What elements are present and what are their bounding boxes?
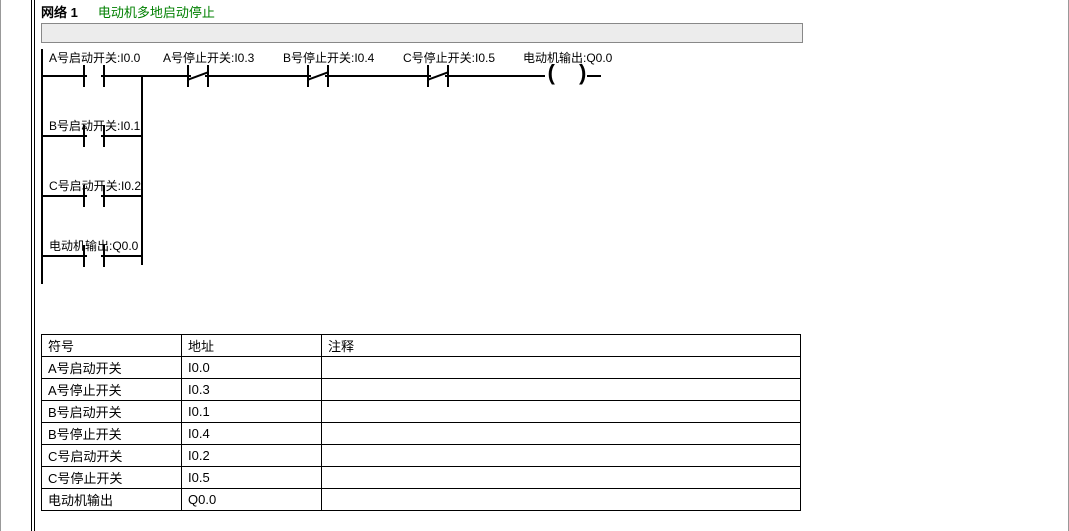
- label-a-stop: A号停止开关:I0.3: [163, 49, 254, 66]
- cell-comment: [322, 445, 801, 467]
- wire: [43, 75, 67, 77]
- network-description[interactable]: 电动机多地启动停止: [98, 2, 215, 21]
- cell-comment: [322, 379, 801, 401]
- cell-symbol: B号启动开关: [42, 401, 182, 423]
- cell-address: Q0.0: [182, 489, 322, 511]
- wire: [121, 195, 143, 197]
- table-row[interactable]: C号停止开关I0.5: [42, 467, 801, 489]
- cell-symbol: C号启动开关: [42, 445, 182, 467]
- cell-address: I0.0: [182, 357, 322, 379]
- cell-comment: [322, 489, 801, 511]
- table-row[interactable]: A号停止开关I0.3: [42, 379, 801, 401]
- coil-icon[interactable]: (): [531, 64, 601, 88]
- no-contact-icon[interactable]: [67, 125, 121, 147]
- label-c-stop: C号停止开关:I0.5: [403, 49, 495, 66]
- cell-symbol: B号停止开关: [42, 423, 182, 445]
- cell-comment: [322, 423, 801, 445]
- cell-address: I0.5: [182, 467, 322, 489]
- table-row[interactable]: B号停止开关I0.4: [42, 423, 801, 445]
- col-address: 地址: [182, 335, 322, 357]
- network-comment-field[interactable]: [41, 23, 803, 43]
- table-row[interactable]: B号启动开关I0.1: [42, 401, 801, 423]
- nc-contact-icon[interactable]: [411, 65, 465, 87]
- wire: [43, 195, 67, 197]
- wire: [225, 75, 291, 77]
- cell-address: I0.2: [182, 445, 322, 467]
- no-contact-icon[interactable]: [67, 65, 121, 87]
- wire: [43, 135, 67, 137]
- network-header: 网络 1 电动机多地启动停止: [41, 0, 1068, 21]
- cell-symbol: A号停止开关: [42, 379, 182, 401]
- table-row[interactable]: 电动机输出Q0.0: [42, 489, 801, 511]
- cell-symbol: C号停止开关: [42, 467, 182, 489]
- cell-symbol: 电动机输出: [42, 489, 182, 511]
- nc-contact-icon[interactable]: [171, 65, 225, 87]
- cell-address: I0.1: [182, 401, 322, 423]
- no-contact-icon[interactable]: [67, 185, 121, 207]
- table-row[interactable]: C号启动开关I0.2: [42, 445, 801, 467]
- wire: [345, 75, 411, 77]
- network-title: 网络 1: [41, 2, 78, 21]
- label-b-stop: B号停止开关:I0.4: [283, 49, 374, 66]
- left-gutter: [31, 0, 35, 531]
- table-row[interactable]: A号启动开关I0.0: [42, 357, 801, 379]
- nc-contact-icon[interactable]: [291, 65, 345, 87]
- wire: [43, 255, 67, 257]
- cell-comment: [322, 401, 801, 423]
- plc-editor-pane: 网络 1 电动机多地启动停止 A号启动开关:I0.0 A号停止开关:I0.3 B…: [0, 0, 1069, 531]
- wire: [141, 75, 143, 265]
- no-contact-icon[interactable]: [67, 245, 121, 267]
- wire: [121, 75, 171, 77]
- table-header-row: 符号 地址 注释: [42, 335, 801, 357]
- symbol-table: 符号 地址 注释 A号启动开关I0.0 A号停止开关I0.3 B号启动开关I0.…: [41, 334, 801, 511]
- ladder-diagram[interactable]: A号启动开关:I0.0 A号停止开关:I0.3 B号停止开关:I0.4 C号停止…: [41, 49, 803, 284]
- cell-comment: [322, 357, 801, 379]
- cell-comment: [322, 467, 801, 489]
- wire: [465, 75, 531, 77]
- col-comment: 注释: [322, 335, 801, 357]
- label-a-start: A号启动开关:I0.0: [49, 49, 140, 66]
- wire: [121, 255, 143, 257]
- wire: [121, 135, 143, 137]
- cell-address: I0.3: [182, 379, 322, 401]
- col-symbol: 符号: [42, 335, 182, 357]
- cell-address: I0.4: [182, 423, 322, 445]
- cell-symbol: A号启动开关: [42, 357, 182, 379]
